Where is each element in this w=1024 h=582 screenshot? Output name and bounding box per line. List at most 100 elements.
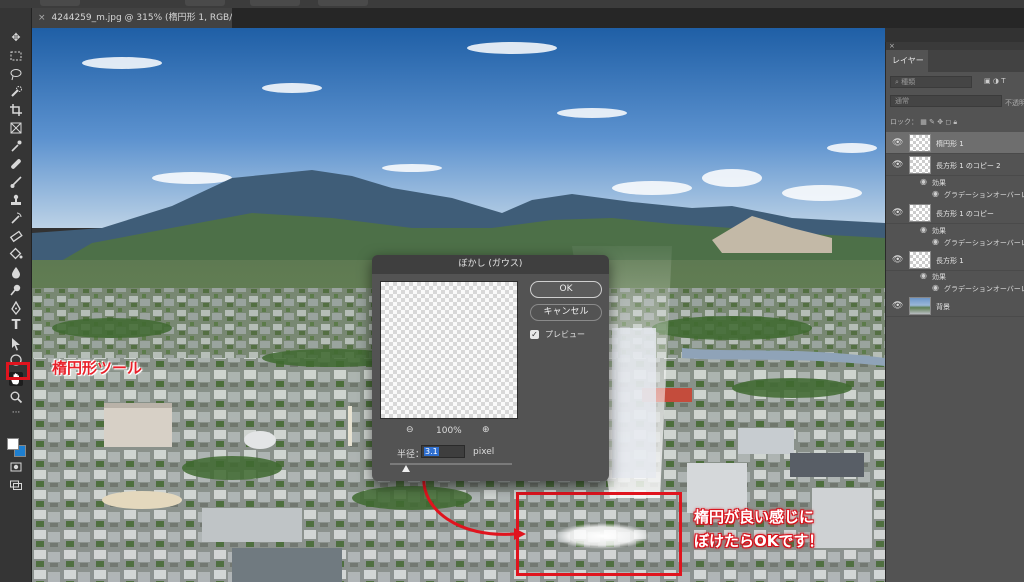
tab-layers[interactable]: レイヤー (886, 50, 928, 72)
marquee-tool-icon[interactable] (9, 49, 23, 63)
history-brush-tool-icon[interactable] (9, 211, 23, 225)
quick-select-tool-icon[interactable] (9, 85, 23, 99)
type-tool-icon[interactable]: T (9, 319, 23, 333)
filter-type-icon[interactable]: T (1001, 77, 1005, 85)
effect-eye-icon[interactable]: ◉ (920, 225, 927, 234)
search-icon: ⌕ (895, 78, 899, 86)
radius-row: 半径： 3.1 pixel (380, 445, 540, 460)
blur-tool-icon[interactable] (9, 265, 23, 279)
filter-pixel-icon[interactable]: ▣ (984, 77, 991, 85)
blur-preview-area[interactable] (380, 281, 518, 419)
effect-eye-icon[interactable]: ◉ (920, 271, 927, 280)
effect-name: グラデーションオーバーレイ (944, 239, 1024, 247)
layer-filter-kind-label: 種類 (901, 78, 916, 86)
layer-effects-row[interactable]: ◉ 効果 (886, 176, 1024, 188)
layer-thumbnail (909, 251, 931, 269)
layer-row[interactable]: 👁︎ 長方形 1 のコピー 2 (886, 154, 1024, 176)
visibility-eye-icon[interactable]: 👁︎ (892, 138, 903, 148)
effect-eye-icon[interactable]: ◉ (932, 237, 939, 246)
effects-label: 効果 (932, 227, 946, 235)
visibility-eye-icon[interactable]: 👁︎ (892, 208, 903, 218)
effect-eye-icon[interactable]: ◉ (920, 177, 927, 186)
zoom-in-icon[interactable]: ⊕ (482, 425, 490, 435)
lock-label: ロック： (890, 118, 918, 126)
layer-row[interactable]: 👁︎ 楕円形 1 (886, 132, 1024, 154)
layers-panel: × レイヤー ⌕ 種類 ▣ ◑ T 通常 不透明度 ロック： ▦ ✎ ✥ ◻ 🔒… (885, 42, 1024, 582)
visibility-eye-icon[interactable]: 👁︎ (892, 301, 903, 311)
crop-tool-icon[interactable] (9, 103, 23, 117)
document-tab[interactable]: × 4244259_m.jpg @ 315% (楕円形 1, RGB/8*) * (32, 8, 232, 28)
effects-label: 効果 (932, 179, 946, 187)
close-tab-icon[interactable]: × (38, 13, 46, 23)
lock-transparent-icon[interactable]: ▦ (920, 118, 927, 126)
tools-panel: ✥ T ··· (0, 8, 32, 582)
radius-unit: pixel (473, 447, 495, 457)
effect-name: グラデーションオーバーレイ (944, 191, 1024, 199)
visibility-eye-icon[interactable]: 👁︎ (892, 255, 903, 265)
preview-checkbox[interactable]: ✓ (530, 330, 539, 339)
lock-artboard-icon[interactable]: ◻ (945, 118, 951, 126)
layer-thumbnail (909, 134, 931, 152)
options-bar-control[interactable] (318, 0, 368, 6)
clone-stamp-tool-icon[interactable] (9, 193, 23, 207)
layer-effect-row[interactable]: ◉ グラデーションオーバーレイ (886, 236, 1024, 248)
dialog-title: ぼかし (ガウス) (372, 255, 609, 274)
effect-eye-icon[interactable]: ◉ (932, 189, 939, 198)
ok-button[interactable]: OK (530, 281, 602, 298)
annotation-note-line: ぼけたらOKです！ (694, 532, 824, 550)
panel-collapse-bar[interactable]: × (886, 42, 1024, 50)
effect-eye-icon[interactable]: ◉ (932, 283, 939, 292)
pen-tool-icon[interactable] (9, 301, 23, 315)
layer-name: 長方形 1 のコピー (936, 210, 994, 218)
layer-row[interactable]: 👁︎ 長方形 1 のコピー (886, 202, 1024, 224)
visibility-eye-icon[interactable]: 👁︎ (892, 160, 903, 170)
layer-effect-row[interactable]: ◉ グラデーションオーバーレイ (886, 188, 1024, 200)
document-tab-row: × 4244259_m.jpg @ 315% (楕円形 1, RGB/8*) * (32, 8, 1024, 28)
layer-effect-row[interactable]: ◉ グラデーションオーバーレイ (886, 282, 1024, 294)
blend-mode-select[interactable]: 通常 (890, 95, 1002, 107)
options-bar-control[interactable] (250, 0, 300, 6)
layer-row[interactable]: 👁︎ 長方形 1 (886, 249, 1024, 271)
lock-all-icon[interactable]: 🔒︎ (953, 118, 957, 126)
healing-brush-tool-icon[interactable] (9, 157, 23, 171)
layer-filter-kind[interactable]: ⌕ 種類 (890, 76, 972, 88)
dodge-tool-icon[interactable] (9, 283, 23, 297)
cancel-button[interactable]: キャンセル (530, 304, 602, 321)
paint-bucket-tool-icon[interactable] (9, 247, 23, 261)
blend-mode-value: 通常 (895, 97, 909, 105)
frame-tool-icon[interactable] (9, 121, 23, 135)
annotation-arrow (422, 473, 526, 540)
layer-effects-row[interactable]: ◉ 効果 (886, 270, 1024, 282)
more-tools-icon[interactable]: ··· (9, 406, 23, 420)
eraser-tool-icon[interactable] (9, 229, 23, 243)
zoom-tool-icon[interactable] (9, 390, 23, 404)
layer-row[interactable]: 👁︎ 背景 (886, 295, 1024, 317)
layer-name: 長方形 1 のコピー 2 (936, 162, 1001, 170)
panel-tab-bar: レイヤー (886, 50, 1024, 72)
annotation-highlight-result (516, 492, 682, 576)
move-tool-icon[interactable]: ✥ (9, 31, 23, 45)
foreground-color-swatch[interactable] (7, 438, 19, 450)
layer-effects-row[interactable]: ◉ 効果 (886, 224, 1024, 236)
preview-checkbox-row[interactable]: ✓ プレビュー (530, 329, 585, 340)
quick-mask-icon[interactable] (9, 460, 23, 474)
path-select-tool-icon[interactable] (9, 337, 23, 351)
close-panel-icon[interactable]: × (889, 42, 895, 50)
annotation-tool-label: 楕円形ツール (52, 359, 143, 377)
annotation-highlight-tool (6, 362, 30, 380)
options-bar-control[interactable] (185, 0, 225, 6)
lock-paint-icon[interactable]: ✎ (929, 118, 935, 126)
eyedropper-tool-icon[interactable] (9, 139, 23, 153)
options-bar (0, 0, 1024, 8)
preview-zoom-controls: ⊖ 100% ⊕ (380, 425, 518, 439)
brush-tool-icon[interactable] (9, 175, 23, 189)
radius-input[interactable]: 3.1 (421, 445, 465, 458)
opacity-label: 不透明度 (1005, 99, 1024, 107)
screen-mode-icon[interactable] (9, 478, 23, 492)
radius-slider-thumb[interactable] (402, 465, 410, 472)
filter-adjust-icon[interactable]: ◑ (993, 77, 999, 85)
options-bar-control[interactable] (40, 0, 80, 6)
zoom-out-icon[interactable]: ⊖ (406, 425, 414, 435)
lock-position-icon[interactable]: ✥ (937, 118, 943, 126)
lasso-tool-icon[interactable] (9, 67, 23, 81)
